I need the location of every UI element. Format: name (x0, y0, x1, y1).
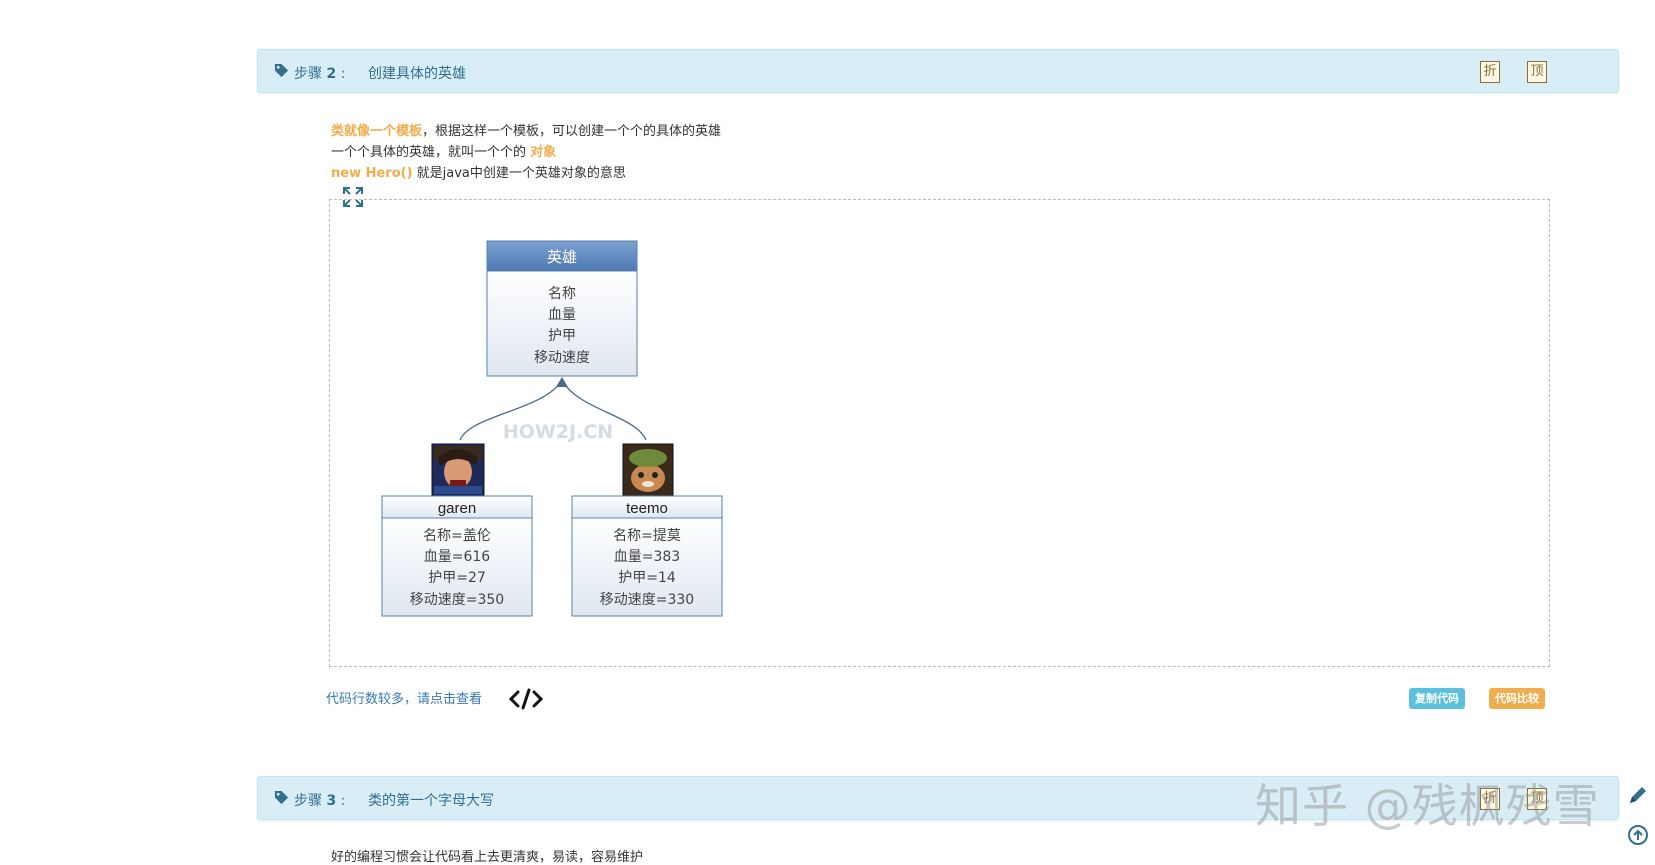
top-button[interactable]: 顶 (1527, 61, 1547, 83)
fold-button[interactable]: 折 (1480, 61, 1500, 83)
hero-class-box: 英雄 名称 血量 护甲 移动速度 (486, 240, 638, 377)
garen-object-box: garen 名称=盖伦 血量=616 护甲=27 移动速度=350 (381, 495, 533, 617)
garen-avatar (431, 443, 485, 497)
tag-icon (274, 63, 289, 78)
template-highlight: 类就像一个模板 (331, 124, 423, 139)
zhihu-watermark: 知乎 @残枫残雪 (1255, 779, 1600, 833)
step-2-label: 步骤 2 : (294, 66, 346, 82)
copy-code-button[interactable]: 复制代码 (1409, 688, 1465, 709)
step-3-label: 步骤 3 : (294, 793, 346, 809)
class-field: 名称 (548, 286, 576, 302)
class-object-diagram: 英雄 名称 血量 护甲 移动速度 HOW2J.CN garen 名称=盖伦 血量… (381, 240, 723, 617)
code-icon[interactable] (509, 687, 543, 711)
intro-line-2: 一个个具体的英雄，就叫一个个的 对象 (331, 145, 557, 160)
object-field: 名称=提莫 (613, 528, 681, 544)
diagram-watermark: HOW2J.CN (503, 421, 613, 443)
class-title: 英雄 (547, 248, 577, 266)
view-code-link[interactable]: 代码行数较多，请点击查看 (326, 688, 482, 707)
intro-line-1: 类就像一个模板，根据这样一个模板，可以创建一个个的具体的英雄 (331, 124, 722, 139)
object-field: 移动速度=350 (410, 592, 504, 608)
object-field: 血量=616 (424, 549, 491, 565)
compare-code-button[interactable]: 代码比较 (1489, 688, 1545, 709)
teemo-avatar (622, 443, 674, 497)
diagram-frame: 英雄 名称 血量 护甲 移动速度 HOW2J.CN garen 名称=盖伦 血量… (329, 199, 1550, 667)
new-hero-highlight: new Hero() (331, 166, 413, 181)
scroll-top-icon[interactable] (1627, 824, 1649, 846)
step-2-header: 步骤 2 : 创建具体的英雄 折 顶 (257, 49, 1619, 93)
object-field: 移动速度=330 (600, 592, 694, 608)
object-highlight: 对象 (530, 145, 557, 160)
object-field: 护甲=27 (428, 570, 486, 586)
edit-pencil-icon[interactable] (1627, 784, 1649, 806)
object-name: garen (438, 500, 476, 517)
object-field: 护甲=14 (618, 570, 676, 586)
tag-icon (274, 790, 289, 805)
object-field: 血量=383 (614, 549, 680, 565)
object-field: 名称=盖伦 (423, 528, 491, 544)
step-3-description: 好的编程习惯会让代码看上去更清爽，易读，容易维护 (331, 850, 644, 865)
class-field: 血量 (548, 307, 576, 323)
intro-line-3: new Hero() 就是java中创建一个英雄对象的意思 (331, 166, 626, 181)
class-field: 护甲 (548, 328, 576, 344)
object-name: teemo (626, 500, 668, 517)
step-3-title: 类的第一个字母大写 (368, 793, 494, 809)
teemo-object-box: teemo 名称=提莫 血量=383 护甲=14 移动速度=330 (571, 495, 723, 617)
class-field: 移动速度 (534, 350, 590, 366)
step-2-title: 创建具体的英雄 (368, 66, 466, 82)
arrow-head (556, 377, 568, 387)
